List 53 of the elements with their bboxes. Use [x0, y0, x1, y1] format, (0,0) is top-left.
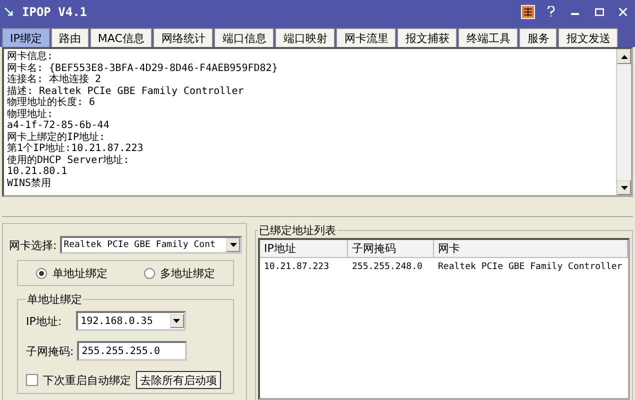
group-title: 单地址绑定 — [26, 292, 83, 307]
info-line: 连接名: 本地连接 2 — [7, 74, 102, 86]
mask-label: 子网掩码: — [26, 344, 74, 358]
tab[interactable]: 服务 — [519, 28, 558, 47]
tab[interactable]: 网卡流里 — [336, 28, 396, 47]
checkbox[interactable] — [26, 374, 38, 386]
mask-field[interactable]: 255.255.255.0 — [76, 341, 187, 361]
table-cell-text: 255.255.248.0 — [351, 261, 424, 274]
info-line: 网卡名: {BEF553E8-3BFA-4D29-8D46-F4AEB959FD82} — [7, 62, 279, 74]
tab[interactable]: 终端工具 — [458, 28, 518, 47]
scroll-up-icon[interactable] — [620, 54, 628, 58]
clear-button[interactable]: 去除所有启动项 — [136, 371, 221, 389]
tab[interactable]: MAC信息 — [90, 28, 152, 47]
info-line: WINS禁用 — [7, 178, 52, 189]
scrollbar[interactable] — [616, 49, 631, 195]
app-icon — [4, 6, 14, 16]
info-line: 10.21.80.1 — [7, 166, 68, 178]
info-text-area[interactable] — [2, 47, 633, 197]
radio-label: 多地址绑定 — [160, 266, 215, 280]
adapter-dropdown[interactable]: Realtek PCIe GBE Family Cont — [60, 236, 242, 254]
ip-field[interactable]: 192.168.0.35 — [76, 311, 186, 331]
tab[interactable]: 端口信息 — [214, 28, 274, 47]
info-line: 物理地址: — [7, 108, 54, 120]
tab[interactable]: 端口映射 — [275, 28, 336, 47]
table-cell-text: 10.21.87.223 — [263, 261, 330, 274]
tab[interactable]: IP绑定 — [2, 28, 50, 47]
info-line: 使用的DHCP Server地址: — [7, 154, 130, 166]
info-line: 网卡上绑定的IP地址: — [7, 132, 106, 142]
scroll-down-icon[interactable] — [620, 186, 628, 190]
tab[interactable]: 报文捕获 — [397, 28, 458, 47]
grid-icon[interactable] — [521, 4, 535, 18]
radio-button[interactable] — [144, 268, 155, 278]
adapter-label: 网卡选择: — [9, 238, 57, 252]
column-header[interactable]: 网卡 — [434, 240, 628, 258]
column-header[interactable]: IP地址 — [260, 240, 348, 258]
info-line: 网卡信息: — [7, 51, 54, 62]
tab[interactable]: 网络统计 — [153, 28, 214, 47]
tab[interactable]: 报文发送 — [558, 28, 618, 47]
dropdown-arrow-icon[interactable] — [173, 319, 180, 323]
ip-label: IP地址: — [26, 314, 62, 328]
info-line: 第1个IP地址:10.21.87.223 — [7, 143, 144, 154]
checkbox-label: 下次重启自动绑定 — [43, 372, 131, 388]
radio-label: 单地址绑定 — [52, 266, 108, 280]
table-cell-text: Realtek PCIe GBE Family Controller — [437, 261, 624, 274]
window-title: IPOP V4.1 — [22, 4, 88, 18]
info-line: 物理地址的长度: 6 — [7, 97, 96, 108]
radio-button[interactable] — [36, 268, 48, 278]
dropdown-arrow-icon[interactable] — [230, 243, 236, 247]
info-line: a4-1f-72-85-6b-44 — [7, 120, 110, 132]
tab[interactable]: 路由 — [50, 28, 89, 47]
group-title: 已绑定地址列表 — [258, 223, 337, 238]
column-header[interactable]: 子网掩码 — [348, 240, 434, 258]
info-line: 描述: Realtek PCIe GBE Family Controller — [7, 86, 245, 96]
